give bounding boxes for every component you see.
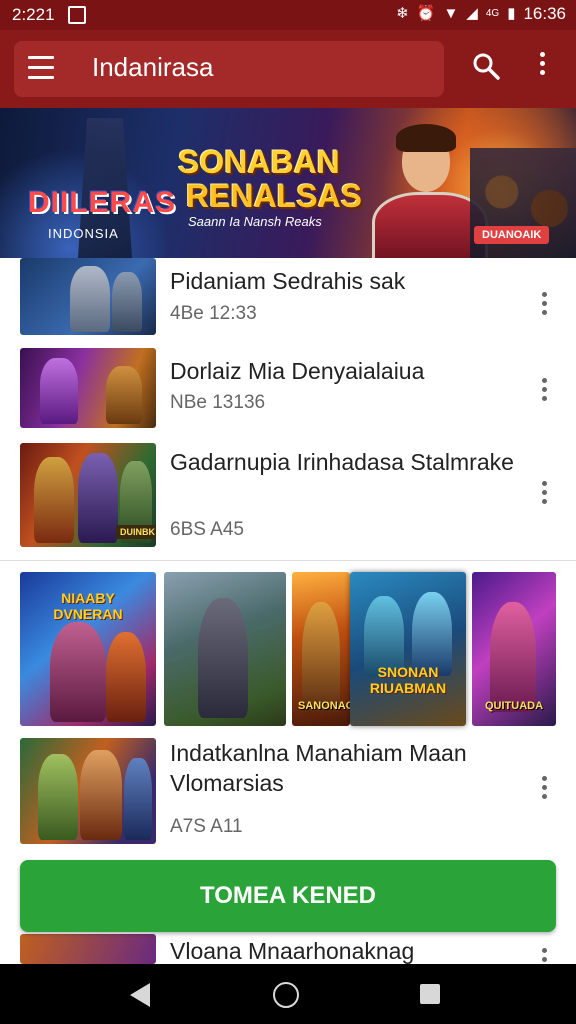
network-type-label: 4G [485,8,500,19]
gallery-tile-title: SNONAN RIUABMAN [369,664,447,696]
list-item[interactable]: DUINBK Gadarnupia Irinhadasa Stalmrake 6… [0,443,576,549]
section-divider [0,560,576,561]
back-icon[interactable] [130,983,150,1007]
item-more-icon[interactable] [536,378,552,404]
item-meta: A7S A11 [170,816,243,837]
item-thumbnail: DUINBK [20,443,156,547]
list-item[interactable]: Pidaniam Sedrahis sak 4Be 12:33 [0,258,576,342]
list-item[interactable]: Vloana Mnaarhonaknag [0,934,576,964]
item-more-icon[interactable] [536,292,552,318]
system-nav-bar [0,964,576,1024]
gallery-tile-label: SANONAO [298,700,350,712]
gallery-tile[interactable]: SNONAN RIUABMAN [350,572,466,726]
item-thumbnail [20,934,156,964]
banner-badge[interactable]: DUANOAIK [474,226,550,244]
status-time-right: 16:36 [523,4,566,23]
status-time-left: 2:221 [12,5,55,24]
item-title: Gadarnupia Irinhadasa Stalmrake [170,449,514,475]
item-more-icon[interactable] [536,948,552,964]
wifi-icon: ▼ [443,5,459,22]
banner-tagline: Saann Ia Nansh Reaks [188,214,322,229]
gallery-tile[interactable] [164,572,286,726]
gallery-tile[interactable]: NIAABY DVNERAN [20,572,156,726]
promo-banner[interactable]: DIILERAS INDONSIA SONABAN RENALSAS Saann… [0,108,576,258]
alarm-icon: ⏰ [416,5,436,22]
search-icon[interactable] [472,52,500,80]
gallery-tile[interactable]: SANONAO [292,572,350,726]
recent-apps-icon[interactable] [420,984,440,1004]
item-title: Vloana Mnaarhonaknag [170,938,415,964]
banner-headline-1: SONABAN [178,144,340,180]
search-field-container[interactable] [14,41,444,97]
banner-hero-art [372,122,488,258]
image-gallery: NIAABY DVNERAN SANONAO SNONAN RIUABMAN Q… [20,572,556,726]
item-title: Indatkanlna Manahiam Maan Vlomarsias [170,740,467,796]
app-bar: Indanirasa [0,30,576,108]
status-icons: ❄ ⏰ ▼ ◢ 4G ▮ 16:36 [396,4,566,24]
list-item[interactable]: Indatkanlna Manahiam Maan Vlomarsias A7S… [0,738,576,846]
signal-icon: ◢ [466,5,478,22]
home-icon[interactable] [273,982,299,1008]
menu-icon[interactable] [28,56,54,80]
gallery-tile[interactable]: QUITUADA [472,572,556,726]
gallery-tile-title: NIAABY DVNERAN [53,590,123,622]
item-thumbnail [20,258,156,335]
item-meta: 4Be 12:33 [170,303,257,324]
battery-icon: ▮ [507,5,516,22]
thumbnail-caption: DUINBK [116,525,156,539]
item-thumbnail [20,738,156,844]
list-item[interactable]: Dorlaiz Mia Denyaialaiua NBe 13136 [0,348,576,428]
do-not-disturb-icon: ❄ [396,5,409,22]
item-more-icon[interactable] [536,776,552,802]
banner-logo: DIILERAS [28,186,177,219]
item-more-icon[interactable] [536,481,552,507]
item-meta: NBe 13136 [170,392,266,413]
app-title[interactable]: Indanirasa [92,52,213,83]
item-title: Dorlaiz Mia Denyaialaiua [170,358,425,384]
notification-icon [68,6,86,24]
banner-headline-2: RENALSAS [186,178,363,214]
primary-action-button[interactable]: TOMEA KENED [20,860,556,932]
gallery-tile-label: QUITUADA [484,700,544,712]
item-title: Pidaniam Sedrahis sak [170,268,406,294]
item-meta: 6BS A45 [170,519,244,540]
item-thumbnail [20,348,156,428]
banner-logo-subtitle: INDONSIA [48,226,119,241]
status-bar: 2:221 ❄ ⏰ ▼ ◢ 4G ▮ 16:36 [0,0,576,30]
more-vert-icon[interactable] [532,52,552,82]
